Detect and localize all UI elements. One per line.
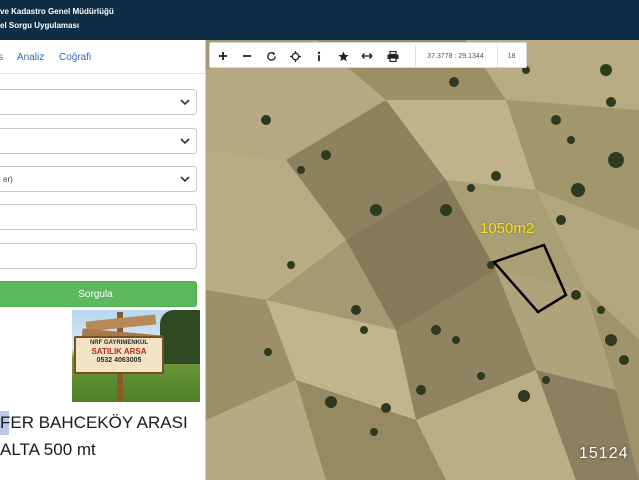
- favorite-button[interactable]: [333, 47, 353, 65]
- il-select[interactable]: [0, 89, 197, 115]
- ilce-select[interactable]: [0, 128, 197, 154]
- sign-for-sale: SATILIK ARSA: [91, 347, 147, 356]
- sign-company: NRF GAYRIMENKUL: [89, 340, 149, 346]
- sidebar-tabs: s Analiz Coğrafi: [0, 40, 205, 74]
- target-icon: [289, 50, 301, 62]
- tab-parsel[interactable]: s: [0, 52, 3, 63]
- ada-input[interactable]: [0, 204, 197, 230]
- distance-caption: ALTA 500 mt: [0, 440, 96, 459]
- app-title: el Sorgu Uygulaması: [0, 21, 80, 30]
- measure-icon: [361, 53, 373, 59]
- for-sale-sign-photo: NRF GAYRIMENKUL SATILIK ARSA 0532 406300…: [72, 310, 200, 402]
- minus-icon: [243, 55, 251, 57]
- tab-cografi[interactable]: Coğrafi: [59, 52, 91, 63]
- zoom-out-button[interactable]: [237, 47, 257, 65]
- coordinate-readout: 37.3778 : 29.1344: [415, 45, 495, 67]
- satellite-map[interactable]: 37.3778 : 29.1344 18 1050m2 15124: [206, 40, 639, 480]
- print-icon: [387, 50, 399, 62]
- chevron-down-icon: [180, 176, 190, 183]
- tab-analiz[interactable]: Analiz: [17, 52, 44, 63]
- locate-button[interactable]: [285, 47, 305, 65]
- info-button[interactable]: [309, 47, 329, 65]
- zoom-in-button[interactable]: [213, 47, 233, 65]
- zoom-level: 18: [497, 45, 525, 67]
- parcel-area-label: 1050m2: [480, 220, 535, 237]
- trees-background: [160, 310, 200, 364]
- sorgula-button[interactable]: Sorgula: [0, 281, 197, 307]
- chevron-down-icon: [180, 99, 190, 106]
- location-caption: FER BAHCEKÖY ARASI: [0, 413, 188, 432]
- star-icon: [337, 50, 349, 61]
- sign-phone: 0532 4063005: [96, 357, 142, 364]
- chevron-down-icon: [180, 138, 190, 145]
- map-toolbar: 37.3778 : 29.1344 18: [209, 42, 527, 68]
- info-icon: [317, 51, 321, 61]
- query-sidebar: s Analiz Coğrafi er) Sorgula NRF GAYRIME…: [0, 40, 206, 480]
- listing-number-watermark: 15124: [579, 445, 629, 462]
- satellite-imagery: [206, 40, 639, 480]
- mahalle-select[interactable]: er): [0, 166, 197, 192]
- sign-board: NRF GAYRIMENKUL SATILIK ARSA 0532 406300…: [74, 336, 164, 374]
- parsel-input[interactable]: [0, 243, 197, 269]
- measure-button[interactable]: [357, 47, 377, 65]
- app-header: ve Kadastro Genel Müdürlüğü el Sorgu Uyg…: [0, 0, 639, 40]
- plus-icon: [219, 52, 227, 60]
- agency-title: ve Kadastro Genel Müdürlüğü: [0, 7, 114, 16]
- refresh-button[interactable]: [261, 47, 281, 65]
- refresh-icon: [266, 51, 276, 61]
- print-button[interactable]: [383, 47, 403, 65]
- mahalle-select-value: er): [3, 175, 13, 184]
